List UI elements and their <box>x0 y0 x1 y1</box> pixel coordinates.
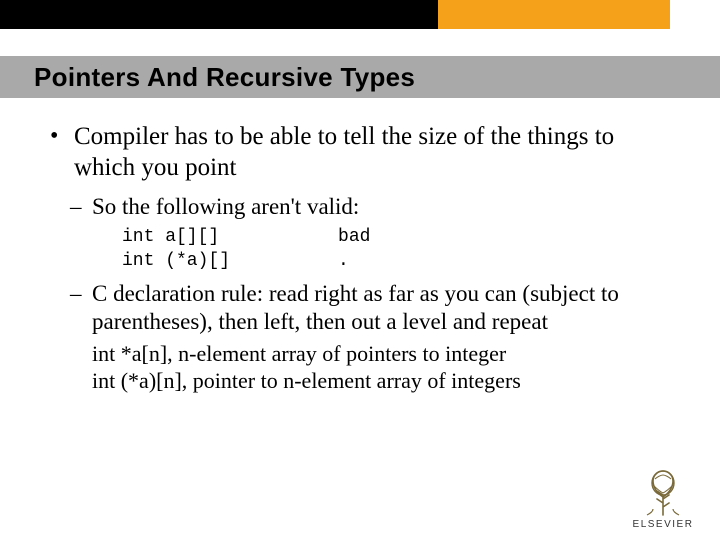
top-orange-bar <box>438 0 670 29</box>
logo-text: ELSEVIER <box>624 519 702 530</box>
publisher-logo: ELSEVIER <box>624 469 702 530</box>
tree-icon <box>639 469 687 517</box>
code-line-1: int a[][] bad <box>122 227 370 247</box>
code-line-2: int (*a)[] . <box>122 251 349 271</box>
sub-content: So the following aren't valid: int a[][]… <box>70 193 672 395</box>
content-area: Compiler has to be able to tell the size… <box>48 122 672 395</box>
slide-title: Pointers And Recursive Types <box>34 62 415 93</box>
slide: Pointers And Recursive Types Compiler ha… <box>0 0 720 540</box>
dash-item-1: So the following aren't valid: <box>70 193 672 221</box>
plain-line-2: int (*a)[n], pointer to n-element array … <box>92 367 672 395</box>
dash2-text: C declaration rule: read right as far as… <box>92 281 619 334</box>
bullet1-text: Compiler has to be able to tell the size… <box>74 123 614 181</box>
plain-line-1: int *a[n], n-element array of pointers t… <box>92 340 672 368</box>
dash-item-2: C declaration rule: read right as far as… <box>70 280 672 336</box>
title-bar: Pointers And Recursive Types <box>0 56 720 98</box>
bullet-level-1: Compiler has to be able to tell the size… <box>48 122 672 183</box>
top-right-gap <box>670 0 720 29</box>
dash1-text: So the following aren't valid: <box>92 194 359 219</box>
code-block: int a[][] bad int (*a)[] . <box>122 225 672 274</box>
